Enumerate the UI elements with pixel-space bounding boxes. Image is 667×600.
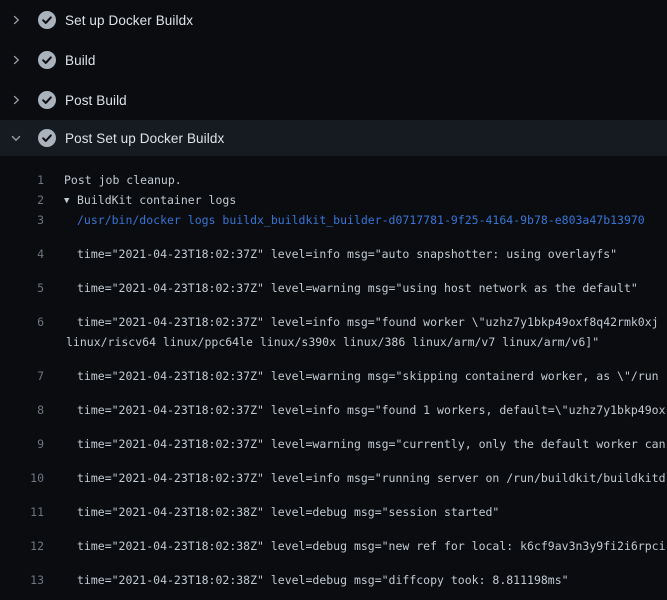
step-title: Set up Docker Buildx: [65, 13, 193, 28]
step-list: Set up Docker Buildx Build Post Build Post …: [0, 0, 667, 156]
line-number[interactable]: 12: [0, 536, 44, 556]
log-line: 8 time="2021-04-23T18:02:37Z" level=info …: [0, 386, 667, 420]
check-circle-icon: [38, 129, 56, 147]
log-line: 12 time="2021-04-23T18:02:38Z" level=debu…: [0, 522, 667, 556]
step-header-build[interactable]: Build: [0, 40, 667, 80]
log-line: 7 time="2021-04-23T18:02:37Z" level=warni…: [0, 352, 667, 386]
chevron-right-icon: [10, 14, 22, 26]
log-line: 11 time="2021-04-23T18:02:38Z" level=debu…: [0, 488, 667, 522]
collapse-triangle-icon: ▼: [64, 191, 77, 210]
command-text: /usr/bin/docker logs buildx_buildkit_bui…: [77, 210, 645, 230]
log-text: time="2021-04-23T18:02:38Z" level=debug …: [77, 570, 569, 590]
actions-log-viewer: Set up Docker Buildx Build Post Build Post …: [0, 0, 667, 600]
line-number[interactable]: 8: [0, 400, 44, 420]
check-circle-icon: [38, 91, 56, 109]
log-output: 1 Post job cleanup. 2 ▼BuildKit container l…: [0, 156, 667, 600]
line-number[interactable]: 2: [0, 190, 44, 210]
chevron-down-icon: [10, 132, 22, 144]
line-number[interactable]: 6: [0, 312, 44, 332]
log-line: 5 time="2021-04-23T18:02:37Z" level=warni…: [0, 264, 667, 298]
line-number[interactable]: 9: [0, 434, 44, 454]
chevron-right-icon: [10, 54, 22, 66]
line-number[interactable]: 11: [0, 502, 44, 522]
log-line: 1 Post job cleanup.: [0, 170, 667, 190]
step-header-post-build[interactable]: Post Build: [0, 80, 667, 120]
log-text: time="2021-04-23T18:02:37Z" level=info m…: [77, 244, 617, 264]
log-text: time="2021-04-23T18:02:38Z" level=debug …: [77, 502, 499, 522]
step-title: Build: [65, 53, 96, 68]
log-text: time="2021-04-23T18:02:37Z" level=info m…: [77, 400, 666, 420]
log-line: 6 time="2021-04-23T18:02:37Z" level=info …: [0, 298, 667, 332]
step-title: Post Build: [65, 93, 127, 108]
log-text: time="2021-04-23T18:02:37Z" level=warnin…: [77, 366, 659, 386]
log-line: linux/riscv64 linux/ppc64le linux/s390x …: [0, 332, 667, 352]
line-number[interactable]: 13: [0, 570, 44, 590]
step-header-post-set-up-docker-buildx[interactable]: Post Set up Docker Buildx: [0, 120, 667, 156]
check-circle-icon: [38, 11, 56, 29]
line-number[interactable]: 4: [0, 244, 44, 264]
log-line: 10 time="2021-04-23T18:02:37Z" level=info…: [0, 454, 667, 488]
log-line: 9 time="2021-04-23T18:02:37Z" level=warni…: [0, 420, 667, 454]
log-text: time="2021-04-23T18:02:37Z" level=info m…: [77, 312, 659, 332]
log-line: 14time="2021-04-23T18:02:38Z" level=debu…: [0, 590, 667, 600]
line-number[interactable]: 5: [0, 278, 44, 298]
log-line: 4 time="2021-04-23T18:02:37Z" level=info …: [0, 230, 667, 264]
log-line: 2 ▼BuildKit container logs: [0, 190, 667, 210]
line-number[interactable]: 3: [0, 210, 44, 230]
step-title: Post Set up Docker Buildx: [65, 131, 224, 146]
log-text: time="2021-04-23T18:02:38Z" level=debug …: [77, 536, 666, 556]
log-group-label: BuildKit container logs: [77, 193, 236, 207]
line-number[interactable]: 7: [0, 366, 44, 386]
log-text: time="2021-04-23T18:02:37Z" level=warnin…: [77, 434, 666, 454]
line-number[interactable]: 1: [0, 170, 44, 190]
log-text: Post job cleanup.: [64, 170, 182, 190]
log-text: linux/riscv64 linux/ppc64le linux/s390x …: [66, 332, 599, 352]
line-number[interactable]: 10: [0, 468, 44, 488]
log-text: time="2021-04-23T18:02:37Z" level=info m…: [77, 468, 666, 488]
check-circle-icon: [38, 51, 56, 69]
log-group-toggle[interactable]: ▼BuildKit container logs: [64, 190, 236, 210]
step-header-set-up-docker-buildx[interactable]: Set up Docker Buildx: [0, 0, 667, 40]
line-number: [0, 332, 44, 352]
log-text: time="2021-04-23T18:02:37Z" level=warnin…: [77, 278, 638, 298]
log-line: 13 time="2021-04-23T18:02:38Z" level=debu…: [0, 556, 667, 590]
chevron-right-icon: [10, 94, 22, 106]
log-line: 3/usr/bin/docker logs buildx_buildkit_bu…: [0, 210, 667, 230]
